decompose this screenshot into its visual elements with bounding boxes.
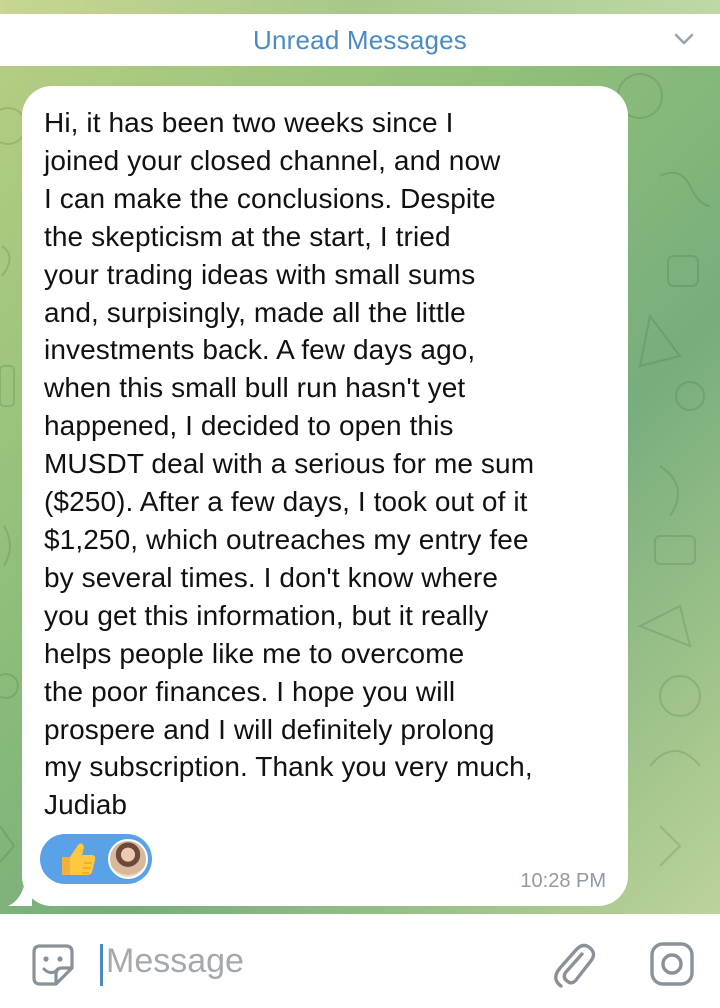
reactions-pill[interactable]: [40, 834, 152, 884]
message-bubble[interactable]: Hi, it has been two weeks since I joined…: [22, 86, 628, 906]
paperclip-icon[interactable]: [552, 940, 596, 988]
chevron-down-icon[interactable]: [674, 32, 694, 46]
sticker-icon[interactable]: [30, 942, 76, 988]
message-timestamp: 10:28 PM: [520, 870, 606, 892]
message-composer: Message: [0, 914, 720, 1008]
message-input[interactable]: Message: [106, 942, 244, 981]
unread-messages-bar[interactable]: Unread Messages: [0, 14, 720, 66]
message-text: Hi, it has been two weeks since I joined…: [44, 107, 535, 821]
unread-messages-label: Unread Messages: [253, 24, 467, 55]
camera-icon[interactable]: [648, 940, 696, 988]
chat-screen: Unread Messages Hi, it has been two week…: [0, 0, 720, 1008]
reactor-avatar: [108, 839, 148, 879]
text-caret: [100, 944, 103, 986]
thumbs-up-icon: [62, 843, 96, 875]
chat-background-top: [0, 0, 720, 14]
